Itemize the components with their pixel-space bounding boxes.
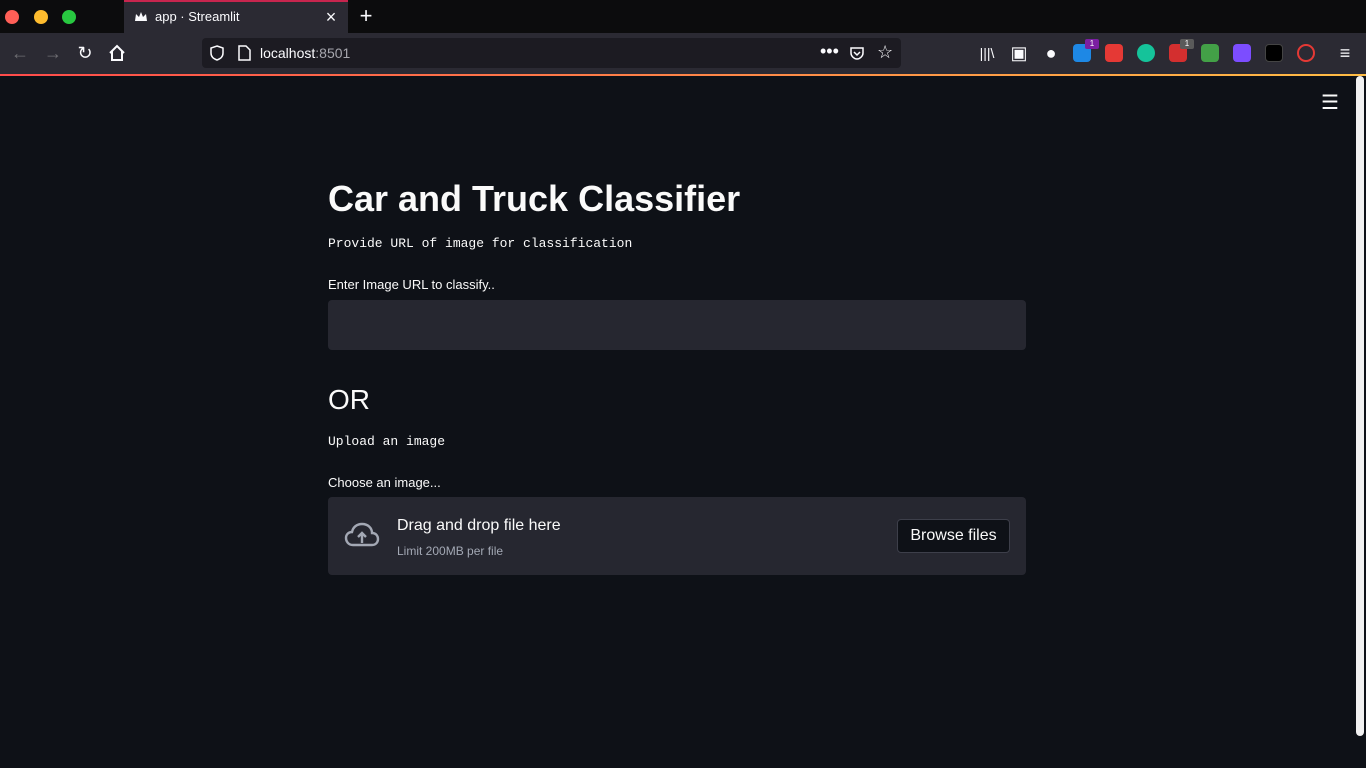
page-icon — [238, 45, 251, 61]
page-title: Car and Truck Classifier — [328, 178, 741, 219]
url-text[interactable]: localhost:8501 — [260, 45, 350, 61]
account-icon[interactable]: ● — [1040, 42, 1062, 64]
shield-icon[interactable] — [210, 45, 224, 61]
recorder-extension-icon[interactable] — [1105, 44, 1123, 62]
browser-tab-bar: app · Streamlit × + — [0, 0, 1366, 33]
close-tab-icon[interactable]: × — [322, 8, 340, 26]
streamlit-crown-icon — [135, 12, 147, 21]
extension-badge: 1 — [1180, 39, 1194, 49]
image-url-input[interactable] — [328, 300, 1026, 350]
back-icon[interactable]: ← — [9, 42, 31, 64]
scrollbar-thumb[interactable] — [1356, 76, 1364, 736]
url-bar[interactable]: localhost:8501 ••• ☆ — [202, 38, 901, 68]
or-heading: OR — [328, 384, 370, 415]
bookmark-star-icon[interactable]: ☆ — [877, 42, 893, 63]
new-tab-icon[interactable]: + — [356, 5, 376, 27]
library-icon[interactable]: |||\ — [976, 42, 998, 64]
play-extension-icon[interactable] — [1265, 44, 1283, 62]
browse-files-button[interactable]: Browse files — [897, 519, 1010, 553]
file-uploader-label: Choose an image... — [328, 475, 441, 490]
app-menu-icon[interactable]: ≡ — [1334, 42, 1356, 64]
pocket-icon[interactable] — [849, 45, 865, 61]
grammarly-extension-icon[interactable] — [1137, 44, 1155, 62]
page-actions-icon[interactable]: ••• — [820, 41, 839, 62]
file-dropzone[interactable]: Drag and drop file here Limit 200MB per … — [328, 497, 1026, 575]
shield-extension-icon[interactable] — [1201, 44, 1219, 62]
window-maximize-button[interactable] — [62, 10, 76, 24]
tab-title: app · Streamlit — [155, 9, 240, 24]
media-extension-icon[interactable] — [1297, 44, 1315, 62]
video-extension-icon[interactable] — [1233, 44, 1251, 62]
dropzone-title: Drag and drop file here — [397, 517, 561, 534]
upload-caption: Upload an image — [328, 434, 446, 449]
cloud-upload-icon — [344, 522, 380, 547]
sidebar-icon[interactable]: ▣ — [1008, 42, 1030, 64]
streamlit-accent-bar — [0, 74, 1366, 76]
url-input-label: Enter Image URL to classify.. — [328, 277, 495, 292]
reload-icon[interactable]: ↻ — [74, 42, 96, 64]
hamburger-menu-icon[interactable]: ☰ — [1320, 93, 1340, 113]
dropzone-limit: Limit 200MB per file — [397, 544, 504, 558]
home-icon[interactable] — [106, 42, 128, 64]
url-caption: Provide URL of image for classification — [328, 236, 633, 251]
forward-icon[interactable]: → — [42, 42, 64, 64]
window-close-button[interactable] — [5, 10, 19, 24]
window-minimize-button[interactable] — [34, 10, 48, 24]
browser-nav-bar: ← → ↻ localhost:8501 ••• ☆ |||\ ▣ ● ≡ — [0, 33, 1366, 74]
extension-badge: 1 — [1085, 39, 1099, 49]
browser-tab[interactable]: app · Streamlit × — [124, 0, 348, 33]
